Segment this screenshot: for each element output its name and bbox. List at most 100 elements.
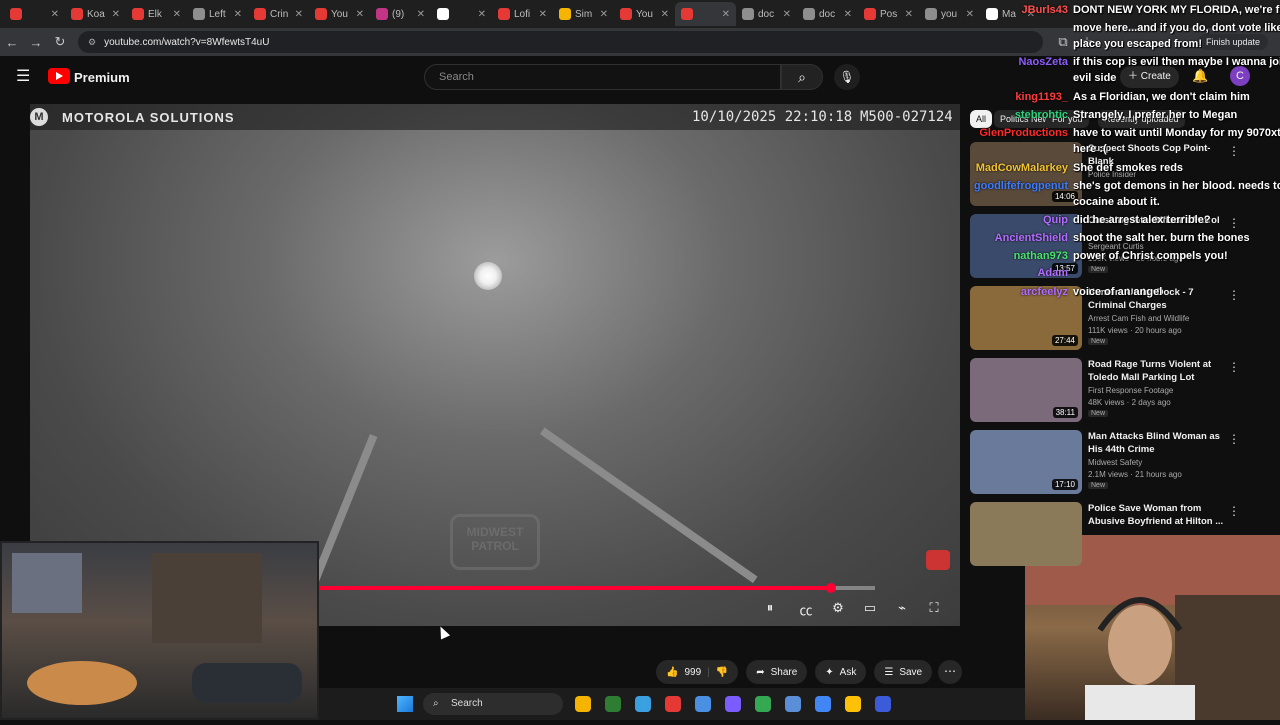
back-icon[interactable]: ← — [0, 35, 24, 50]
chat-username: king1193_ — [1015, 91, 1068, 103]
install-icon[interactable]: ⧉ — [1051, 34, 1075, 50]
browser-tab[interactable]: Crin ✕ — [248, 2, 309, 26]
video-thumbnail[interactable] — [970, 502, 1082, 566]
windows-start-icon[interactable] — [397, 696, 413, 712]
browser-tab[interactable]: Elk ✕ — [126, 2, 187, 26]
browser-tab[interactable]: doc ✕ — [797, 2, 858, 26]
settings-gear-icon[interactable]: ⚙ — [828, 600, 848, 616]
taskbar-app-icon[interactable] — [875, 696, 891, 712]
browser-tab[interactable]: doc ✕ — [736, 2, 797, 26]
browser-tab[interactable]: Lofi ✕ — [492, 2, 553, 26]
captions-icon[interactable]: ㏄ — [796, 600, 816, 618]
taskbar-app-icon[interactable] — [605, 696, 621, 712]
recommended-video[interactable]: 38:11 Road Rage Turns Violent at Toledo M… — [970, 358, 1270, 424]
close-icon[interactable]: ✕ — [51, 9, 59, 20]
more-actions-icon[interactable]: ⋯ — [938, 660, 962, 684]
close-icon[interactable]: ✕ — [600, 9, 608, 20]
finish-update-button[interactable]: Finish update — [1198, 34, 1269, 50]
close-icon[interactable]: ✕ — [661, 9, 669, 20]
browser-tab[interactable]: You ✕ — [309, 2, 370, 26]
subscribe-badge-icon[interactable] — [926, 550, 950, 570]
browser-tab[interactable]: ✕ — [4, 2, 65, 26]
bell-icon[interactable]: 🔔 — [1192, 68, 1208, 84]
close-icon[interactable]: ✕ — [783, 9, 791, 20]
tab-title: Pos — [880, 8, 898, 20]
close-icon[interactable]: ✕ — [539, 9, 547, 20]
channel-name[interactable]: Midwest Safety — [1088, 458, 1142, 467]
thumbs-down-icon[interactable]: 👎 — [716, 667, 728, 678]
pause-icon[interactable]: ⏸ — [760, 600, 780, 616]
browser-tab[interactable]: Koa ✕ — [65, 2, 126, 26]
close-icon[interactable]: ✕ — [722, 9, 730, 20]
video-title[interactable]: Road Rage Turns Violent at Toledo Mall P… — [1088, 358, 1228, 384]
browser-tab[interactable]: ✕ — [675, 2, 736, 26]
taskbar-app-icon[interactable] — [725, 696, 741, 712]
browser-tab[interactable]: ✕ — [431, 2, 492, 26]
video-thumbnail[interactable]: 17:10 — [970, 430, 1082, 494]
miniplayer-icon[interactable]: ▭ — [860, 600, 880, 616]
avatar[interactable]: C — [1230, 66, 1250, 86]
duration-badge: 27:44 — [1051, 335, 1078, 346]
close-icon[interactable]: ✕ — [417, 9, 425, 20]
youtube-logo-icon[interactable] — [48, 68, 70, 84]
taskbar-app-icon[interactable] — [695, 696, 711, 712]
taskbar-app-icon[interactable] — [755, 696, 771, 712]
create-button[interactable]: ＋ Create — [1120, 66, 1179, 88]
channel-name[interactable]: Arrest Cam Fish and Wildlife — [1088, 314, 1189, 323]
reload-icon[interactable]: ↻ — [48, 34, 72, 50]
close-icon[interactable]: ✕ — [478, 9, 486, 20]
ask-button[interactable]: ✦ Ask — [815, 660, 867, 684]
more-vert-icon[interactable]: ⋮ — [1228, 360, 1240, 374]
bodycam-unit-id: M500-027124 — [860, 109, 953, 125]
video-title[interactable]: Police Save Woman from Abusive Boyfriend… — [1088, 502, 1228, 528]
taskbar-app-icon[interactable] — [575, 696, 591, 712]
forward-icon[interactable]: → — [24, 35, 48, 50]
progress-bar[interactable] — [320, 583, 875, 593]
browser-tab[interactable]: Pos ✕ — [858, 2, 919, 26]
site-info-icon[interactable]: ⚙ — [88, 37, 96, 48]
cast-icon[interactable]: ⌁ — [892, 600, 912, 616]
like-button[interactable]: 👍 999 | 👎 — [656, 660, 739, 684]
more-vert-icon[interactable]: ⋮ — [1228, 144, 1240, 158]
browser-tab[interactable]: Left ✕ — [187, 2, 248, 26]
rc-tank — [192, 663, 302, 703]
taskbar-app-icon[interactable] — [665, 696, 681, 712]
mic-icon[interactable]: 🎙 — [834, 64, 860, 90]
close-icon[interactable]: ✕ — [356, 9, 364, 20]
search-icon: ⌕ — [433, 698, 439, 709]
close-icon[interactable]: ✕ — [844, 9, 852, 20]
close-icon[interactable]: ✕ — [112, 9, 120, 20]
address-bar[interactable]: ⚙ youtube.com/watch?v=8WfewtsT4uU — [78, 31, 1043, 53]
close-icon[interactable]: ✕ — [295, 9, 303, 20]
more-vert-icon[interactable]: ⋮ — [1228, 432, 1240, 446]
search-icon[interactable]: ⌕ — [781, 64, 823, 90]
browser-tab[interactable]: you ✕ — [919, 2, 980, 26]
share-button[interactable]: ➦ Share — [746, 660, 808, 684]
taskbar-search[interactable]: ⌕ Search — [423, 693, 563, 715]
video-thumbnail[interactable]: 38:11 — [970, 358, 1082, 422]
scrubber-handle[interactable] — [825, 583, 836, 593]
close-icon[interactable]: ✕ — [905, 9, 913, 20]
recommended-video[interactable]: 17:10 Man Attacks Blind Woman as His 44th… — [970, 430, 1270, 496]
close-icon[interactable]: ✕ — [966, 9, 974, 20]
taskbar-app-icon[interactable] — [785, 696, 801, 712]
fullscreen-icon[interactable]: ⛶ — [924, 600, 944, 616]
more-vert-icon[interactable]: ⋮ — [1228, 504, 1240, 518]
save-button[interactable]: ☰ Save — [874, 660, 933, 684]
chat-username: GlenProductions — [979, 127, 1068, 139]
browser-tab[interactable]: You ✕ — [614, 2, 675, 26]
taskbar-app-icon[interactable] — [845, 696, 861, 712]
recommended-video[interactable]: Police Save Woman from Abusive Boyfriend… — [970, 502, 1270, 568]
video-title[interactable]: Man Attacks Blind Woman as His 44th Crim… — [1088, 430, 1228, 456]
taskbar-app-icon[interactable] — [635, 696, 651, 712]
close-icon[interactable]: ✕ — [234, 9, 242, 20]
more-vert-icon[interactable]: ⋮ — [1228, 288, 1240, 302]
menu-icon[interactable]: ☰ — [16, 69, 32, 85]
taskbar-app-icon[interactable] — [815, 696, 831, 712]
browser-tab[interactable]: Sim ✕ — [553, 2, 614, 26]
close-icon[interactable]: ✕ — [173, 9, 181, 20]
more-vert-icon[interactable]: ⋮ — [1228, 216, 1240, 230]
channel-name[interactable]: First Response Footage — [1088, 386, 1173, 395]
browser-tab[interactable]: (9) ✕ — [370, 2, 431, 26]
search-input[interactable]: Search — [424, 64, 781, 90]
